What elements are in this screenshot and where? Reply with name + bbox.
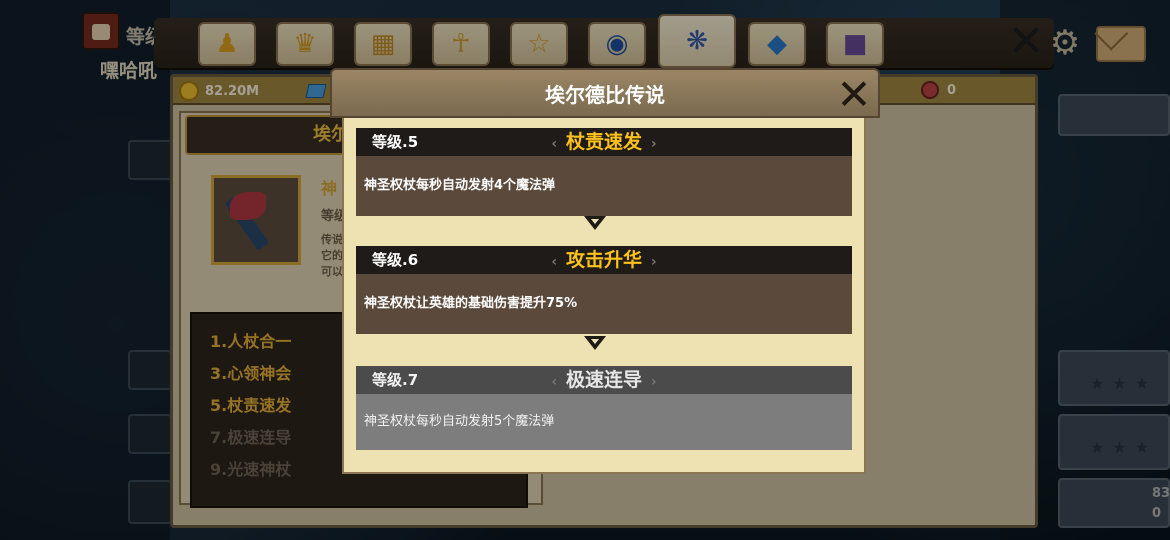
skill-name: 杖责速发 — [356, 128, 852, 158]
skill-name: 攻击升华 — [356, 246, 852, 276]
level-card: 等级.5 杖责速发 神圣权杖每秒自动发射4个魔法弹 — [356, 128, 852, 216]
level-card: 等级.7 极速连导 神圣权杖每秒自动发射5个魔法弹 — [356, 366, 852, 450]
legend-skill-modal: 埃尔德比传说 ✕ 等级.5 杖责速发 神圣权杖每秒自动发射4个魔法弹 等级.6 … — [330, 68, 880, 474]
modal-body: 等级.5 杖责速发 神圣权杖每秒自动发射4个魔法弹 等级.6 攻击升华 神圣权杖… — [342, 118, 866, 474]
chevron-down-icon — [584, 216, 606, 230]
close-icon[interactable]: ✕ — [832, 72, 876, 118]
modal-title: 埃尔德比传说 — [545, 83, 665, 107]
level-header: 等级.6 攻击升华 — [356, 246, 852, 274]
skill-description: 神圣权杖每秒自动发射4个魔法弹 — [356, 156, 852, 216]
skill-description: 神圣权杖让英雄的基础伤害提升75% — [356, 274, 852, 334]
skill-description: 神圣权杖每秒自动发射5个魔法弹 — [356, 394, 852, 450]
skill-name: 极速连导 — [356, 366, 852, 396]
modal-header: 埃尔德比传说 ✕ — [330, 68, 880, 118]
level-card: 等级.6 攻击升华 神圣权杖让英雄的基础伤害提升75% — [356, 246, 852, 334]
level-header: 等级.5 杖责速发 — [356, 128, 852, 156]
chevron-down-icon — [584, 336, 606, 350]
level-header: 等级.7 极速连导 — [356, 366, 852, 394]
